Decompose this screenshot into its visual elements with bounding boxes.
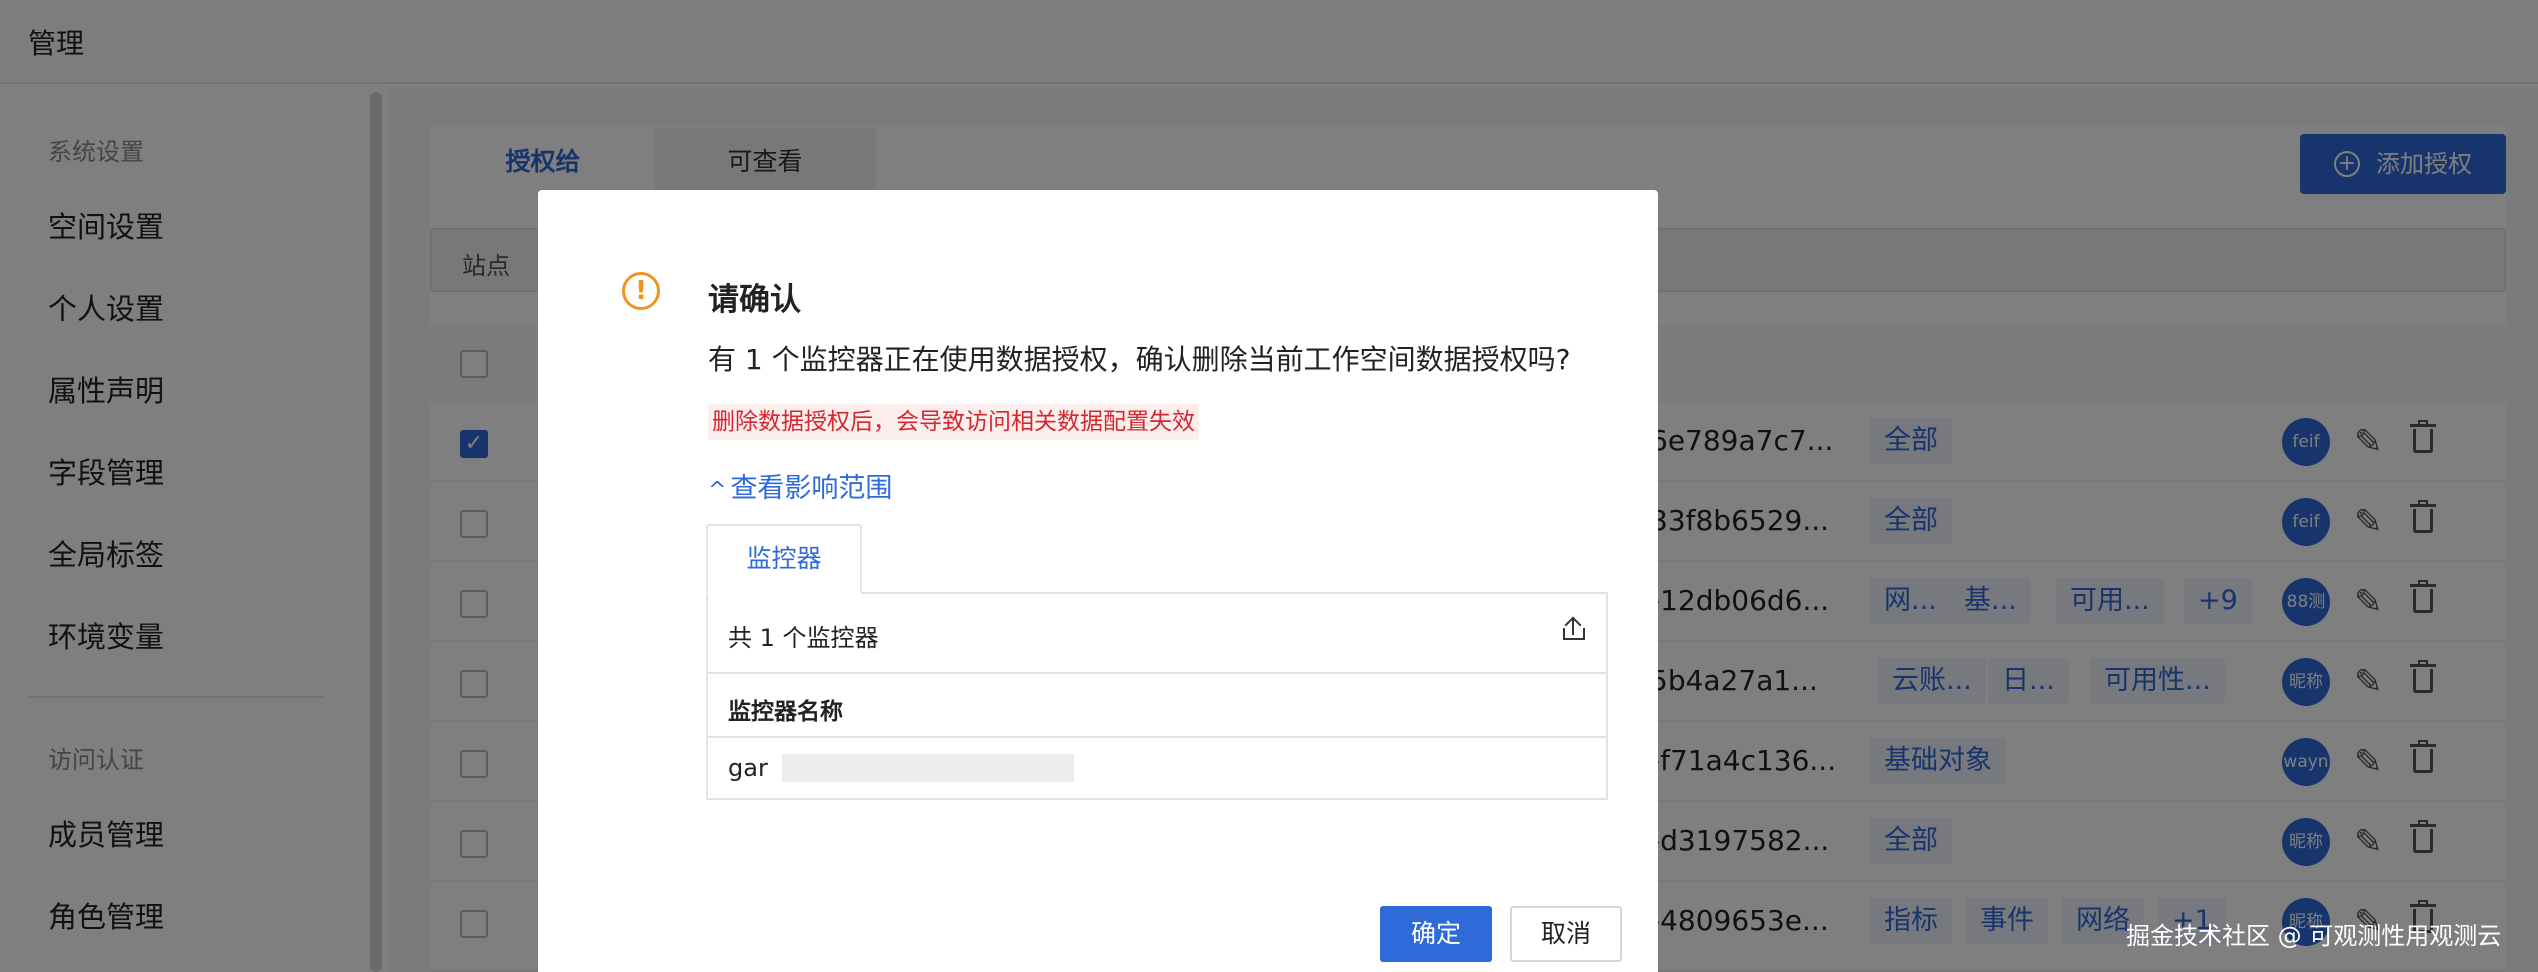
dialog-warning-text: 删除数据授权后，会导致访问相关数据配置失效 xyxy=(708,404,1199,440)
monitor-count: 共 1 个监控器 xyxy=(728,624,879,652)
monitor-name-cell: gar xyxy=(728,754,768,782)
dialog-message: 有 1 个监控器正在使用数据授权，确认删除当前工作空间数据授权吗? xyxy=(708,343,1571,376)
export-icon[interactable] xyxy=(1562,616,1586,642)
view-impact-scope-label: 查看影响范围 xyxy=(730,473,893,504)
table-divider xyxy=(708,672,1606,674)
monitor-table: 共 1 个监控器 监控器名称 gar xyxy=(706,592,1608,800)
confirm-button[interactable]: 确定 xyxy=(1380,906,1492,962)
watermark: 掘金技术社区 @ 可观测性用观测云 xyxy=(2126,922,2502,950)
tab-monitors[interactable]: 监控器 xyxy=(706,524,862,594)
dialog-title: 请确认 xyxy=(708,282,801,318)
view-impact-scope-link[interactable]: ^ 查看影响范围 xyxy=(708,466,892,505)
redacted-block xyxy=(782,754,1074,782)
table-divider xyxy=(708,736,1606,738)
cancel-button[interactable]: 取消 xyxy=(1510,906,1622,962)
confirm-dialog: ! 请确认 有 1 个监控器正在使用数据授权，确认删除当前工作空间数据授权吗? … xyxy=(538,190,1658,972)
column-header-monitor-name: 监控器名称 xyxy=(728,699,843,725)
chevron-up-icon: ^ xyxy=(708,478,727,503)
warning-circle-icon: ! xyxy=(622,272,660,310)
